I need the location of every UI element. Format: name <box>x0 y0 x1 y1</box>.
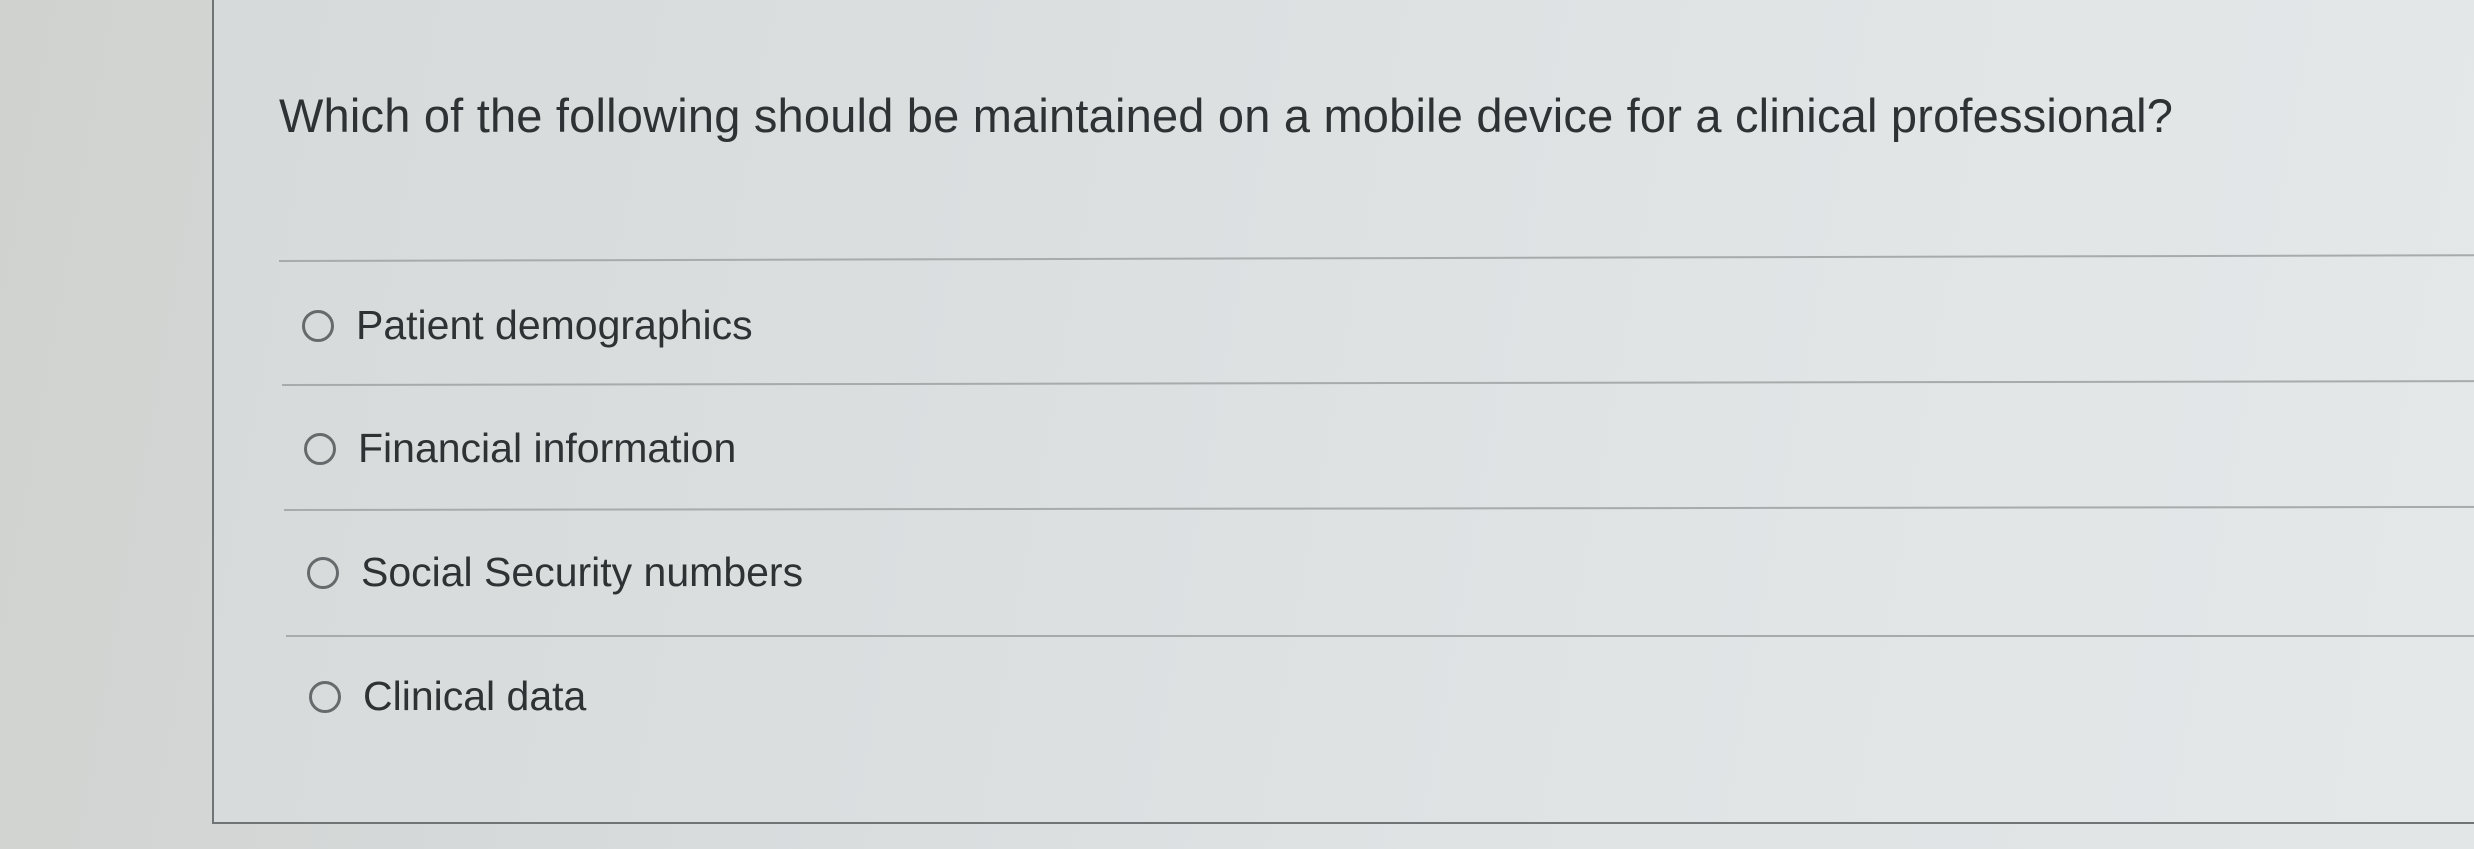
option-label: Social Security numbers <box>361 549 804 595</box>
option-patient-demographics[interactable]: Patient demographics <box>302 302 753 349</box>
option-label: Patient demographics <box>356 302 753 348</box>
option-social-security-numbers[interactable]: Social Security numbers <box>307 549 803 596</box>
radio-button[interactable] <box>304 432 336 465</box>
divider <box>281 380 2474 386</box>
divider <box>278 254 2474 262</box>
radio-button[interactable] <box>307 556 339 589</box>
option-label: Financial information <box>358 425 737 471</box>
option-clinical-data[interactable]: Clinical data <box>309 673 586 720</box>
question-card: Which of the following should be maintai… <box>212 0 2474 824</box>
option-financial-information[interactable]: Financial information <box>304 425 736 472</box>
question-text: Which of the following should be maintai… <box>279 89 2174 142</box>
divider <box>283 505 2474 511</box>
divider <box>286 635 2474 637</box>
radio-button[interactable] <box>302 309 334 342</box>
radio-button[interactable] <box>309 680 341 713</box>
option-label: Clinical data <box>363 673 587 719</box>
quiz-page: Which of the following should be maintai… <box>0 0 2474 849</box>
